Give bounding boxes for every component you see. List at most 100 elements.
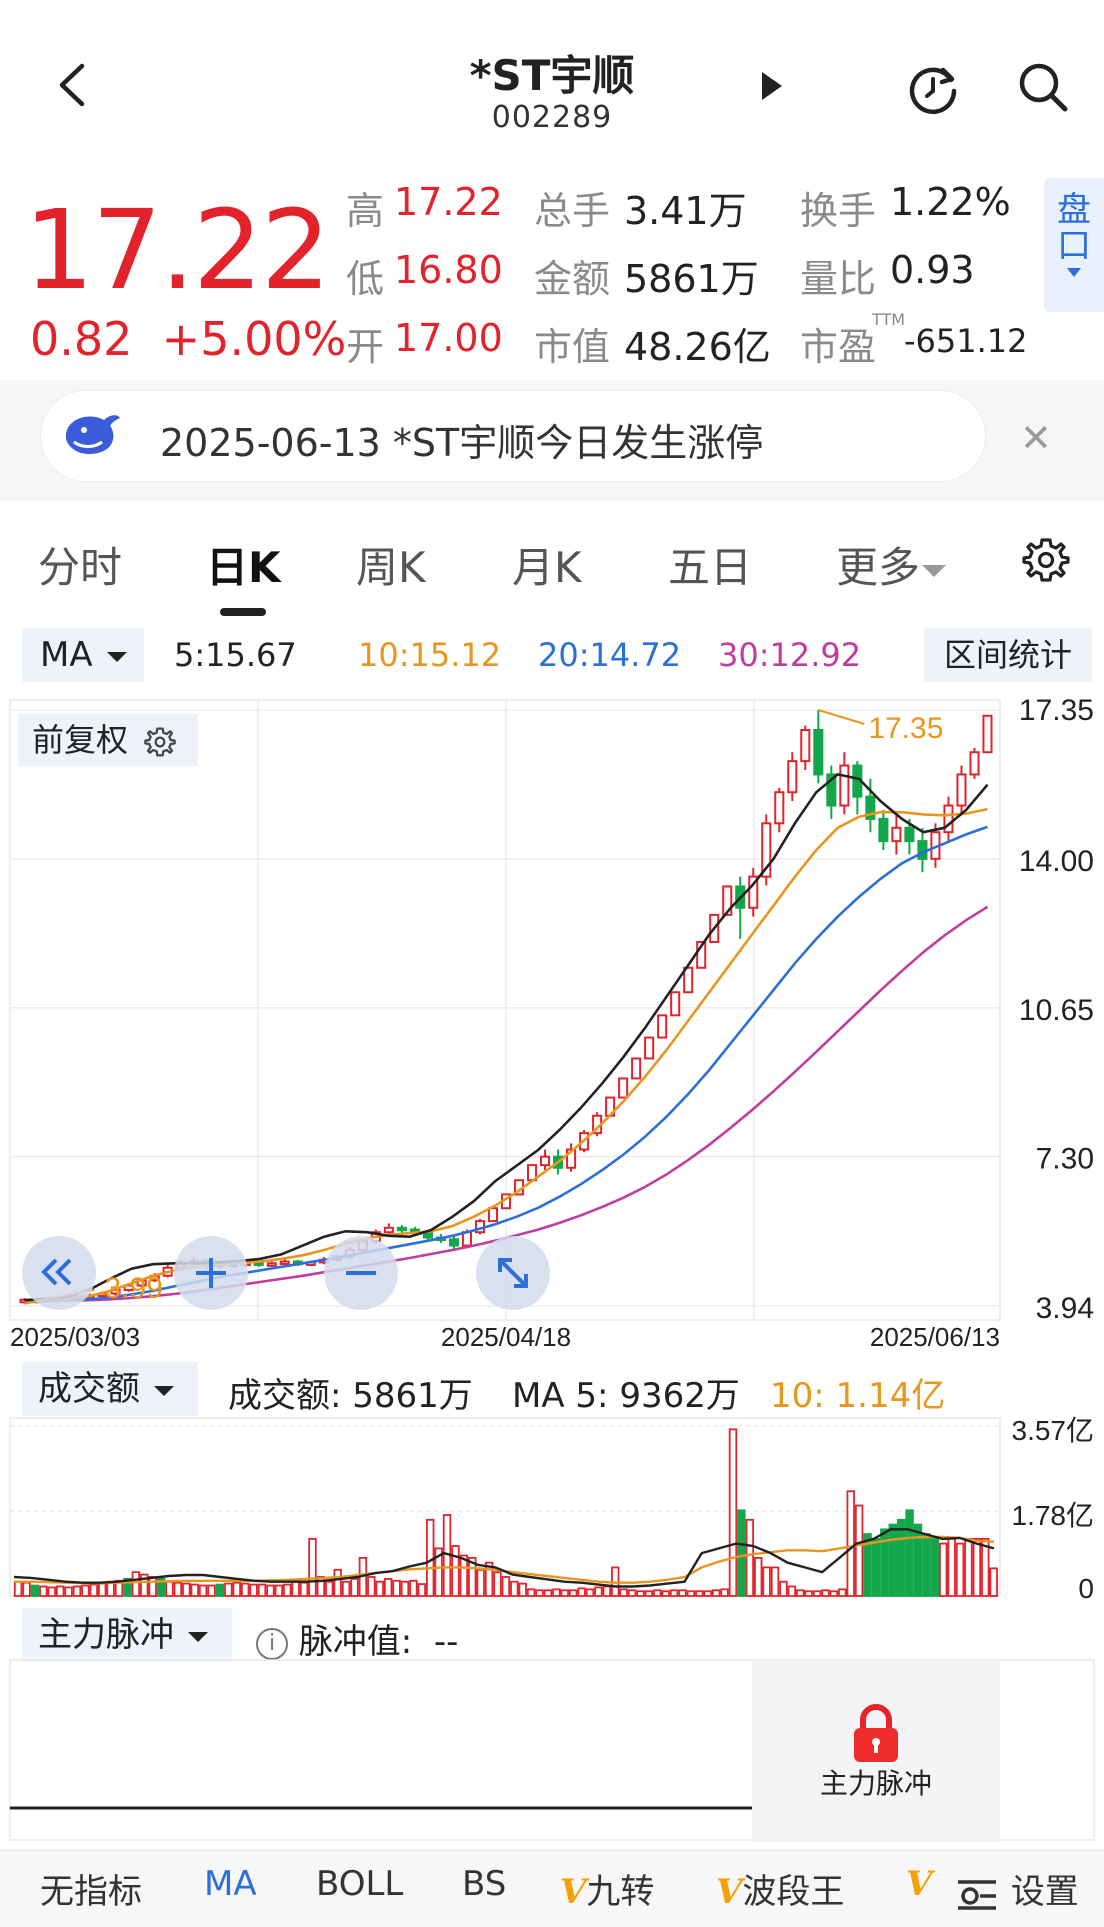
close-icon[interactable]: ✕: [1020, 416, 1052, 460]
volume-bar: [333, 1568, 342, 1597]
candle: [657, 1014, 668, 1039]
pankou-button[interactable]: 盘口: [1044, 178, 1104, 312]
zoom-in-button[interactable]: [174, 1236, 248, 1310]
tab-monthly-k[interactable]: 月K: [512, 534, 582, 595]
change-amount: 0.82: [30, 312, 133, 366]
caret-down-icon: [1067, 268, 1081, 277]
volume-bar: [905, 1509, 914, 1597]
candlestick-chart[interactable]: 17.35 14.00 10.65 7.30 3.94 17.35 3.99 2025/03/…: [0, 692, 1104, 1352]
indicator-boduanwang[interactable]: V波段王: [716, 1864, 844, 1913]
tab-weekly-k[interactable]: 周K: [356, 534, 426, 595]
refresh-icon[interactable]: [905, 60, 961, 116]
volume-bar: [602, 1585, 612, 1597]
volume-bar: [81, 1584, 90, 1597]
indicator-vip-more[interactable]: V: [906, 1864, 932, 1904]
indicator-select[interactable]: MA: [22, 628, 144, 682]
tab-five-day[interactable]: 五日: [668, 534, 752, 595]
candle: [839, 764, 850, 807]
indicator-settings[interactable]: 设置: [956, 1864, 1079, 1913]
search-icon[interactable]: [1016, 60, 1070, 114]
volume-bar: [190, 1583, 199, 1597]
amount-value: 5861万: [624, 257, 759, 301]
volume-bar: [627, 1589, 637, 1597]
volume-value: 3.41万: [624, 189, 747, 233]
ma10-value: 10:15.12: [358, 636, 502, 674]
open-label: 开: [346, 325, 385, 369]
turnover-ma10: 10: 1.14亿: [770, 1368, 945, 1417]
volume-bar: [913, 1523, 923, 1597]
caret-down-icon: [154, 1385, 174, 1396]
volume-bar: [728, 1428, 738, 1597]
turnover-ma5-label: MA 5:: [512, 1376, 609, 1416]
volume-bar: [451, 1545, 460, 1597]
adjust-type-button[interactable]: 前复权: [18, 714, 198, 766]
volume-bar: [341, 1580, 351, 1597]
volume-bar: [754, 1557, 763, 1597]
volume-bar: [821, 1589, 830, 1597]
tab-more[interactable]: 更多: [836, 534, 947, 595]
indicator-none[interactable]: 无指标: [40, 1864, 142, 1913]
high-annotation: 17.35: [868, 712, 943, 745]
volume-bar: [779, 1580, 788, 1597]
volume-bar: [510, 1580, 519, 1597]
pankou-label: 盘口: [1057, 190, 1091, 266]
high-marker-line: [818, 709, 865, 725]
next-stock-icon[interactable]: [756, 66, 786, 106]
y-tick-label: 14.00: [1019, 845, 1094, 878]
low-annotation: 3.99: [105, 1272, 163, 1305]
info-icon[interactable]: i: [256, 1627, 288, 1660]
gear-icon: [144, 727, 176, 757]
indicator-ma[interactable]: MA: [204, 1864, 257, 1904]
y-tick-label: 7.30: [1036, 1143, 1094, 1176]
candle: [800, 729, 811, 763]
fullscreen-button[interactable]: [476, 1236, 550, 1310]
ma30-value: 30:12.92: [718, 636, 862, 674]
price-change: 0.82 +5.00%: [30, 312, 346, 366]
volume-bar: [299, 1581, 309, 1597]
turnover-bar-chart[interactable]: 3.57亿 1.78亿 0: [0, 1414, 1104, 1604]
volume-indicator-select[interactable]: 成交额: [22, 1362, 198, 1416]
volume-bar: [409, 1579, 418, 1597]
indicator-boduanwang-label: 波段王: [742, 1872, 845, 1912]
zoom-out-button[interactable]: [324, 1236, 398, 1310]
tab-intraday[interactable]: 分时: [38, 534, 122, 595]
volume-bar: [560, 1589, 569, 1597]
volume-bar: [535, 1589, 544, 1597]
volume-bar: [745, 1518, 755, 1597]
volume-bar: [291, 1580, 300, 1597]
pulse-indicator-select[interactable]: 主力脉冲: [22, 1608, 232, 1662]
tab-more-label: 更多: [836, 543, 921, 592]
volume-bar: [770, 1566, 780, 1597]
x-tick-label: 2025/03/03: [10, 1322, 140, 1352]
volume-bar: [518, 1582, 527, 1597]
turnover-value: 1.22%: [890, 180, 1011, 224]
volume-bar: [182, 1582, 191, 1597]
volume-bar: [636, 1590, 645, 1597]
turnover-ma5: MA 5: 9362万: [512, 1368, 740, 1417]
gear-icon[interactable]: [1022, 536, 1070, 584]
scroll-left-button[interactable]: [22, 1236, 96, 1310]
volume-ratio-label: 量比: [800, 257, 877, 301]
market-cap-value: 48.26亿: [624, 325, 771, 369]
candle: [878, 817, 889, 843]
indicator-boll[interactable]: BOLL: [316, 1864, 403, 1904]
turnover-amount-value: 5861万: [352, 1376, 473, 1416]
turnover-ma5-value: 9362万: [619, 1376, 740, 1416]
candle: [279, 1260, 290, 1266]
caret-down-icon: [922, 564, 947, 577]
volume-bar: [812, 1590, 822, 1597]
open-value: 17.00: [394, 316, 503, 360]
volume-bar: [686, 1590, 696, 1597]
indicator-bs[interactable]: BS: [462, 1864, 506, 1904]
candle: [540, 1155, 551, 1167]
indicator-jiuzhuan[interactable]: V九转: [560, 1864, 654, 1913]
volume-bar: [955, 1542, 965, 1597]
low-label: 低: [346, 257, 385, 301]
candle: [891, 826, 902, 843]
turnover-ma10-value: 1.14亿: [835, 1376, 946, 1416]
volume-bar: [568, 1589, 578, 1597]
volume-bar: [266, 1584, 275, 1597]
range-statistics-button[interactable]: 区间统计: [924, 628, 1092, 682]
tab-daily-k[interactable]: 日K: [206, 534, 281, 595]
volume-bar: [787, 1585, 797, 1597]
